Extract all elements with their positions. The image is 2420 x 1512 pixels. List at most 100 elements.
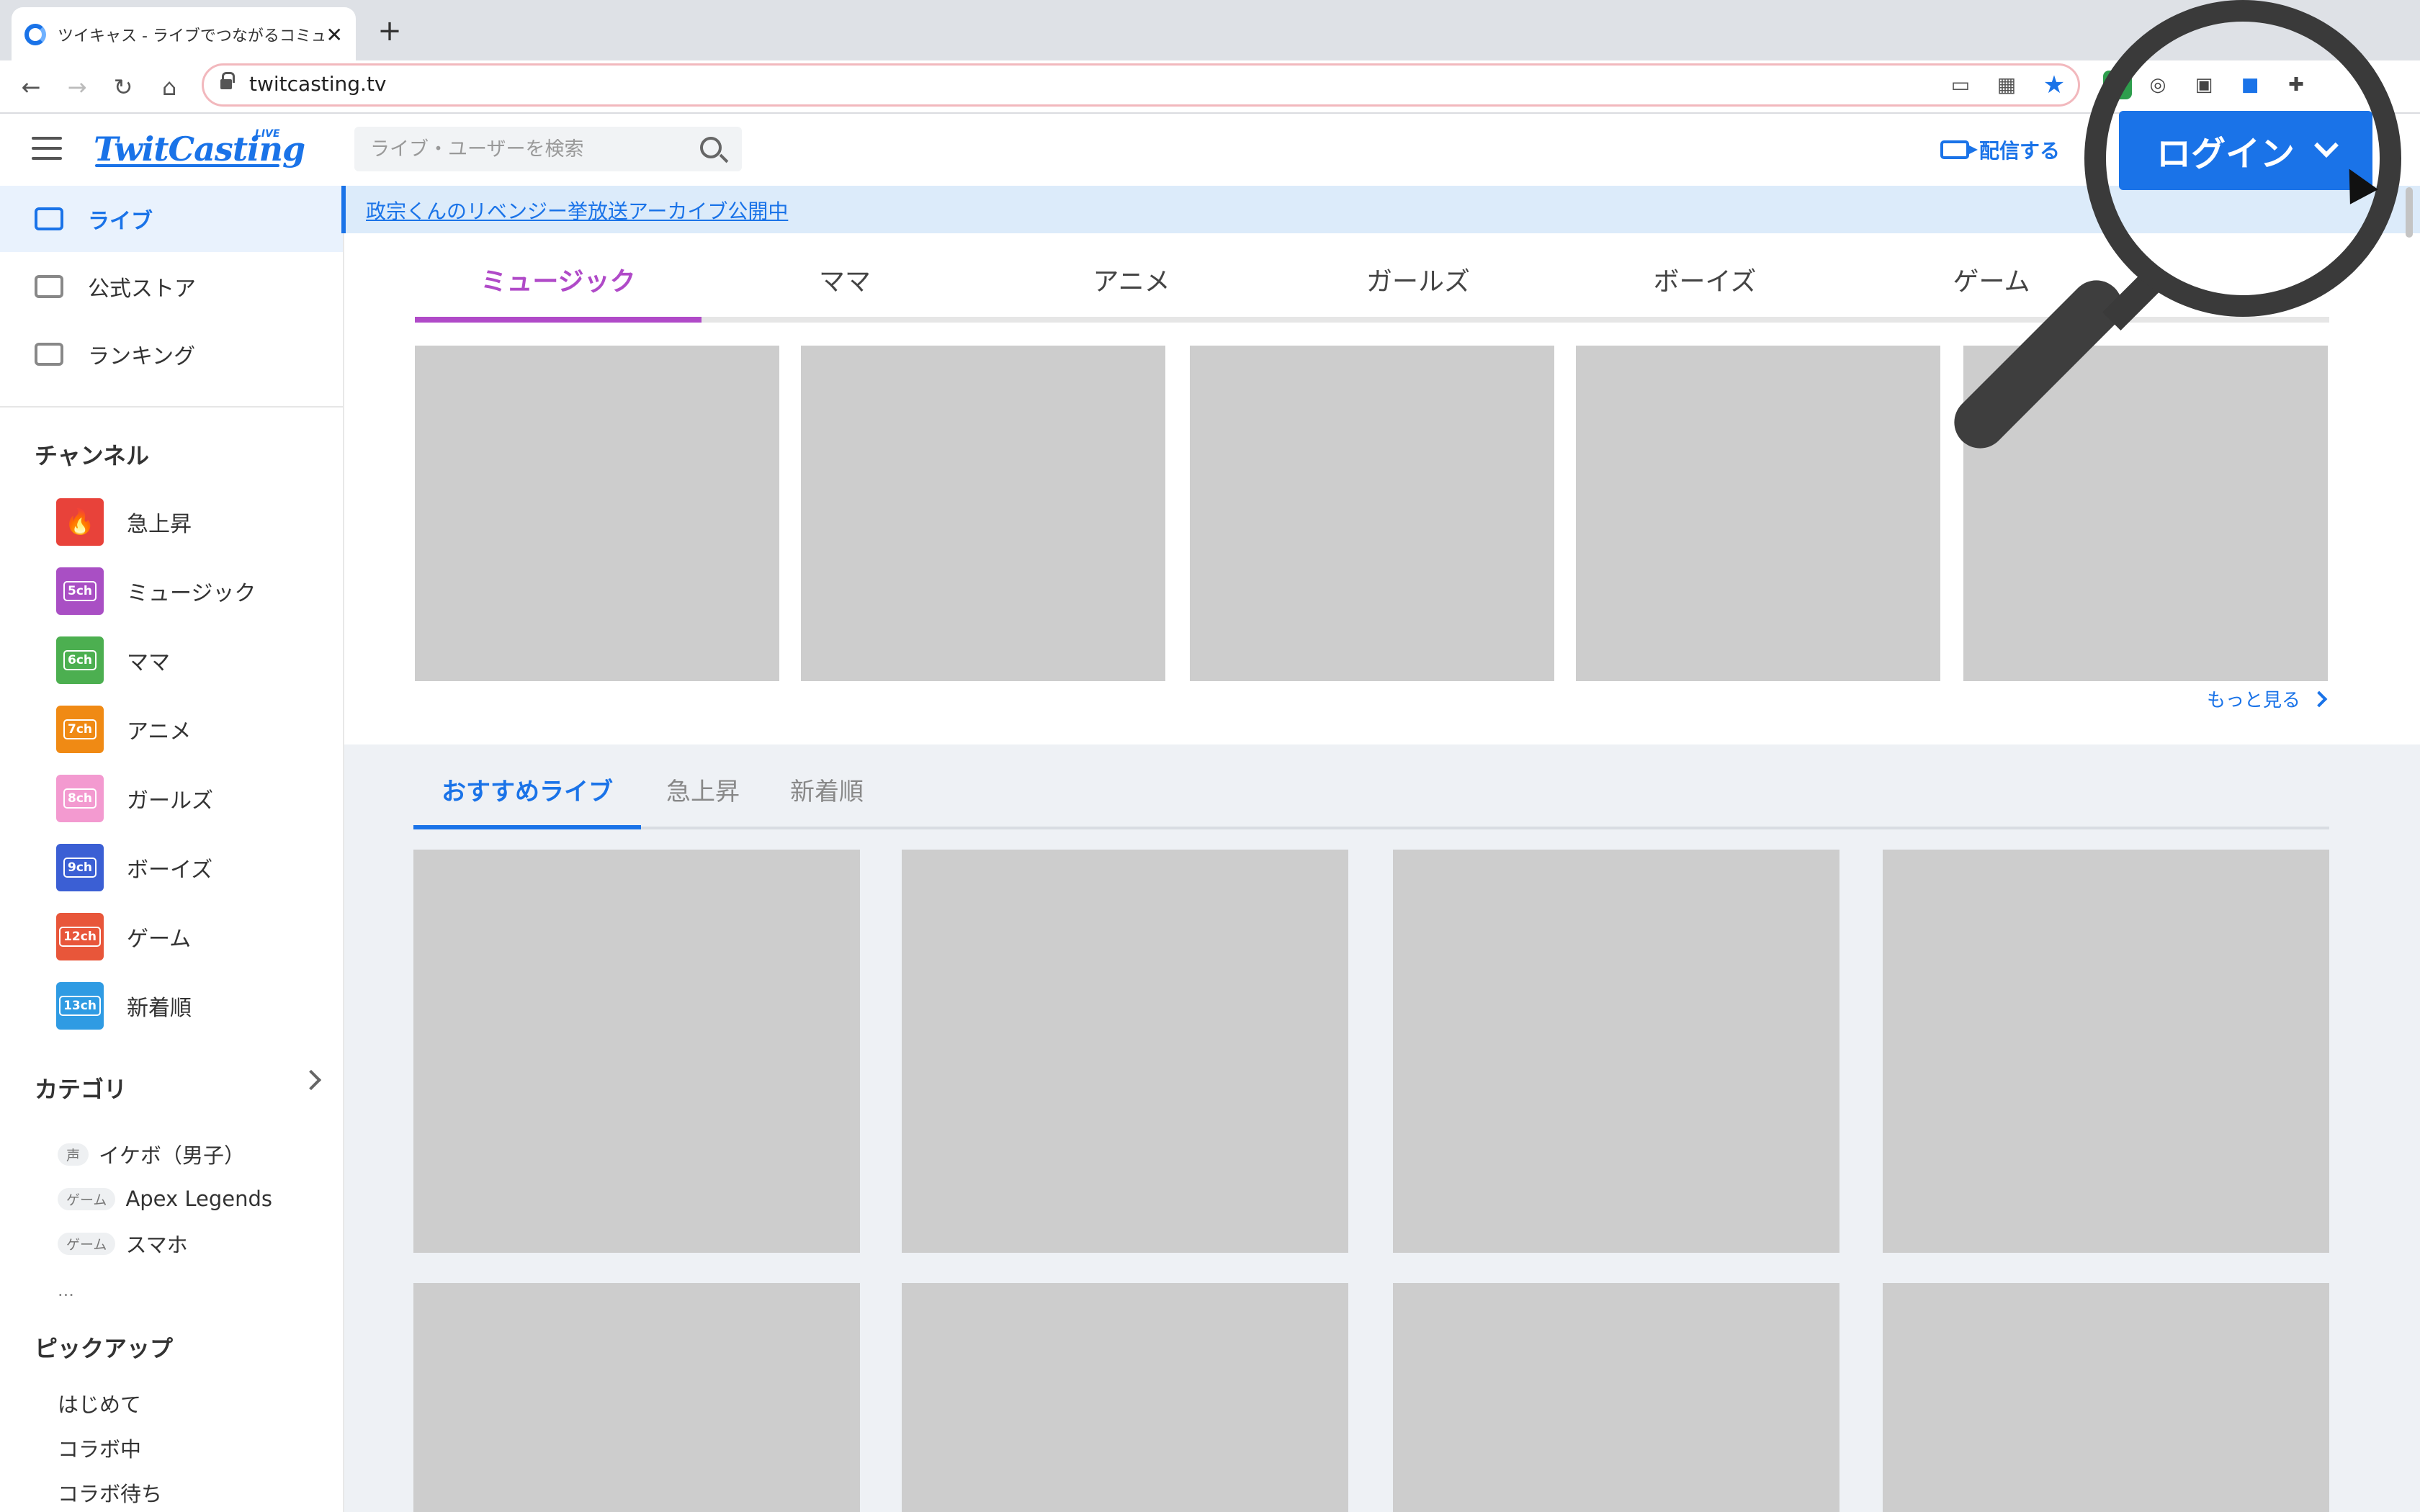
pickup-item-collab-now[interactable]: コラボ中 — [58, 1433, 141, 1463]
sidebar-divider — [0, 406, 343, 408]
chevron-right-icon — [2311, 690, 2328, 707]
genre-tab-track — [415, 317, 2329, 323]
browser-tab[interactable]: ツイキャス - ライブでつながるコミュニティ ✕ — [12, 7, 356, 62]
genre-thumbnail[interactable] — [801, 346, 1165, 681]
genre-thumbnail[interactable] — [1190, 346, 1554, 681]
channel-9ch-icon: 9ch — [56, 844, 104, 891]
logo-live-badge: LIVE — [255, 128, 280, 140]
live-tab-active-indicator — [413, 825, 641, 829]
tab-newest[interactable]: 新着順 — [768, 772, 886, 829]
browser-tab-title: ツイキャス - ライブでつながるコミュニティ — [58, 27, 324, 45]
hamburger-menu-icon[interactable] — [32, 137, 62, 160]
channel-13ch-icon: 13ch — [56, 982, 104, 1030]
logo-underline — [95, 164, 279, 167]
forward-arrow-icon[interactable]: → — [60, 71, 94, 104]
category-tag: ゲーム — [58, 1232, 116, 1255]
channel-item-girls[interactable]: 8ch ガールズ — [56, 775, 213, 822]
tab-girls[interactable]: ガールズ — [1275, 262, 1561, 323]
sidebar-item-ranking[interactable]: ランキング — [0, 321, 343, 387]
category-tag: 声 — [58, 1143, 89, 1166]
sidebar-item-live[interactable]: ライブ — [0, 186, 343, 252]
live-thumbnail[interactable] — [902, 1283, 1348, 1512]
channel-label: ガールズ — [127, 788, 213, 814]
category-label: イケボ（男子） — [99, 1143, 246, 1168]
lock-icon[interactable] — [220, 72, 235, 92]
category-item[interactable]: 声 イケボ（男子） — [58, 1136, 245, 1172]
category-item[interactable]: ゲーム スマホ — [58, 1225, 188, 1261]
channel-label: 急上昇 — [127, 512, 192, 537]
flame-icon: 🔥 — [56, 498, 104, 546]
pickup-item-first-time[interactable]: はじめて — [58, 1388, 141, 1418]
channel-label: アニメ — [127, 719, 192, 744]
channel-item-boys[interactable]: 9ch ボーイズ — [56, 844, 212, 891]
genre-thumbnail[interactable] — [1576, 346, 1940, 681]
search-input[interactable] — [354, 127, 657, 171]
qr-code-icon[interactable]: ▦ — [1994, 72, 2020, 98]
home-icon[interactable]: ⌂ — [153, 71, 186, 104]
channel-5ch-icon: 5ch — [56, 567, 104, 615]
tab-boys[interactable]: ボーイズ — [1561, 262, 1848, 323]
sidebar-item-label: ライブ — [88, 209, 153, 234]
channel-label: ミュージック — [127, 581, 256, 606]
category-more[interactable]: ... — [58, 1280, 74, 1300]
category-label: スマホ — [125, 1233, 188, 1257]
category-item[interactable]: ゲーム Apex Legends — [58, 1181, 272, 1217]
live-thumbnail[interactable] — [1393, 850, 1839, 1253]
channel-label: ボーイズ — [127, 858, 213, 883]
pickup-heading: ピックアップ — [35, 1335, 174, 1362]
channel-6ch-icon: 6ch — [56, 636, 104, 684]
category-tag: ゲーム — [58, 1187, 116, 1210]
announcement-link[interactable]: 政宗くんのリベンジー挙放送アーカイブ公開中 — [366, 196, 788, 225]
channel-item-trending[interactable]: 🔥 急上昇 — [56, 498, 192, 546]
sidebar-item-label: ランキング — [88, 344, 196, 369]
channel-8ch-icon: 8ch — [56, 775, 104, 822]
live-tab-track — [413, 827, 2329, 829]
tab-recommended-live[interactable]: おすすめライブ — [413, 772, 641, 829]
channel-label: ゲーム — [127, 927, 192, 952]
tab-music[interactable]: ミュージック — [415, 262, 702, 323]
category-heading[interactable]: カテゴリ — [35, 1071, 127, 1104]
live-thumbnail[interactable] — [1883, 1283, 2329, 1512]
live-thumbnail[interactable] — [1883, 850, 2329, 1253]
bookmark-star-icon[interactable]: ★ — [2041, 72, 2067, 98]
crown-icon — [35, 343, 63, 366]
live-thumbnail[interactable] — [902, 850, 1348, 1253]
channel-item-music[interactable]: 5ch ミュージック — [56, 567, 256, 615]
cast-icon[interactable]: ▭ — [1948, 72, 1973, 98]
broadcast-button[interactable]: 配信する — [1940, 135, 2060, 164]
channel-item-anime[interactable]: 7ch アニメ — [56, 706, 191, 753]
channel-item-newest[interactable]: 13ch 新着順 — [56, 982, 192, 1030]
search-box[interactable] — [354, 127, 742, 171]
new-tab-button[interactable]: + — [373, 14, 406, 48]
sidebar-item-official-store[interactable]: 公式ストア — [0, 253, 343, 320]
genre-thumbnail[interactable] — [415, 346, 779, 681]
channel-label: 新着順 — [127, 996, 192, 1021]
category-label: Apex Legends — [125, 1187, 273, 1211]
channel-item-mama[interactable]: 6ch ママ — [56, 636, 170, 684]
pickup-item-collab-waiting[interactable]: コラボ待ち — [58, 1477, 162, 1508]
genre-tab-active-indicator — [415, 317, 702, 323]
channel-7ch-icon: 7ch — [56, 706, 104, 753]
address-url[interactable]: twitcasting.tv — [249, 72, 387, 96]
address-bar[interactable] — [202, 63, 2080, 107]
magnifier-lens-icon — [2084, 0, 2401, 317]
tab-anime[interactable]: アニメ — [988, 262, 1275, 323]
back-arrow-icon[interactable]: ← — [14, 71, 48, 104]
tab-mama[interactable]: ママ — [702, 262, 988, 323]
see-more-link[interactable]: もっと見る — [2207, 685, 2328, 712]
browser-tab-strip — [0, 0, 2420, 60]
live-thumbnail[interactable] — [413, 850, 860, 1253]
see-more-label: もっと見る — [2207, 690, 2301, 711]
live-thumbnail[interactable] — [1393, 1283, 1839, 1512]
channel-label: ママ — [127, 650, 170, 675]
live-thumbnail[interactable] — [413, 1283, 860, 1512]
tab-trending[interactable]: 急上昇 — [648, 772, 758, 829]
tab-close-icon[interactable]: ✕ — [326, 23, 343, 47]
channel-item-game[interactable]: 12ch ゲーム — [56, 913, 191, 960]
search-icon[interactable] — [700, 137, 722, 158]
reload-icon[interactable]: ↻ — [107, 71, 140, 104]
sidebar-item-label: 公式ストア — [88, 276, 196, 302]
video-camera-icon — [1940, 140, 1978, 159]
channel-heading: チャンネル — [35, 442, 150, 469]
page-scrollbar[interactable] — [2406, 187, 2413, 238]
